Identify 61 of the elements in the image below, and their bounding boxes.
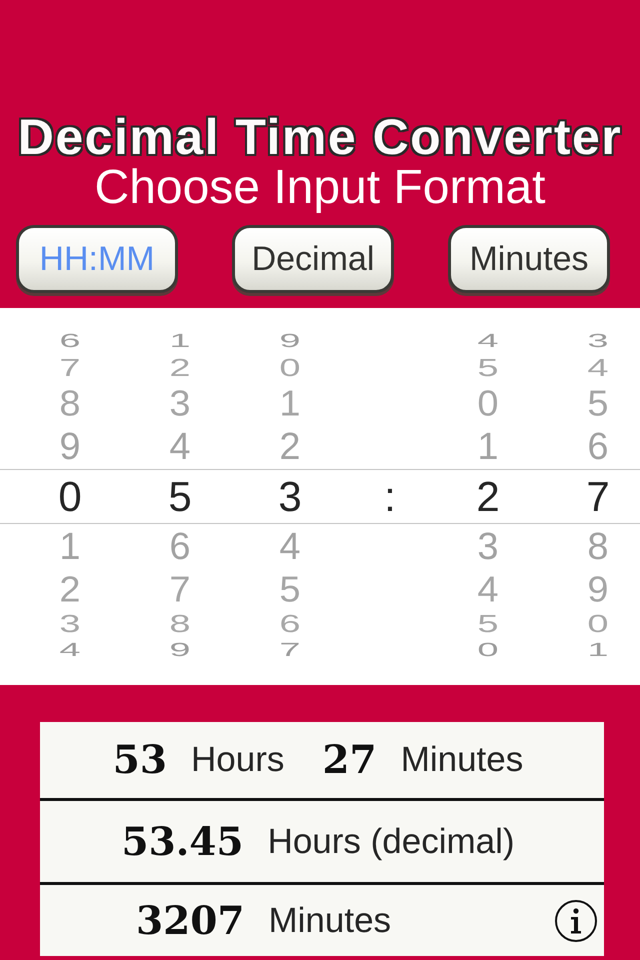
result-unit: Hours (decimal) bbox=[268, 822, 515, 862]
result-value: 53.45 bbox=[121, 818, 244, 864]
info-icon bbox=[569, 908, 583, 934]
selected-digit[interactable]: 2 bbox=[476, 476, 500, 518]
wheel-digit: 7 bbox=[279, 640, 301, 660]
result-unit: Minutes bbox=[268, 900, 392, 940]
wheel-digit: 4 bbox=[477, 332, 499, 350]
selected-digit[interactable]: 0 bbox=[58, 476, 82, 518]
wheel-digit: 2 bbox=[169, 356, 191, 380]
result-value: 27 bbox=[322, 737, 377, 783]
selected-digit[interactable]: 7 bbox=[586, 476, 610, 518]
wheel-digit: 4 bbox=[587, 356, 609, 380]
picker-background[interactable]: 6 1 9 4 3 7 2 0 5 4 8 3 1 0 5 9 4 2 1 6 0 5 3 : 2 7 1 6 4 3 8 2 7 5 4 9 3 8 6 5 0 4 9 7 0 1 bbox=[0, 308, 640, 685]
wheel-digit: 0 bbox=[279, 356, 301, 380]
app-title: Decimal Time Converter bbox=[18, 111, 622, 163]
wheel-digit: 8 bbox=[169, 612, 191, 636]
wheel-digit: 0 bbox=[477, 385, 499, 422]
wheel-digit: 5 bbox=[477, 612, 499, 636]
wheel-digit: 3 bbox=[477, 528, 499, 566]
wheel-digit: 5 bbox=[477, 356, 499, 380]
wheel-digit: 9 bbox=[169, 640, 191, 660]
wheel-digit: 4 bbox=[169, 428, 191, 466]
info-button[interactable] bbox=[555, 900, 597, 942]
wheel-digit: 0 bbox=[587, 612, 609, 636]
wheel-digit: 1 bbox=[477, 428, 499, 466]
result-unit: Hours bbox=[191, 740, 284, 780]
wheel-digit: 9 bbox=[59, 428, 81, 466]
wheel-digit: 4 bbox=[59, 640, 81, 660]
wheel-digit: 7 bbox=[169, 571, 191, 608]
result-unit: Minutes bbox=[400, 740, 524, 780]
time-separator: : bbox=[384, 476, 396, 518]
wheel-digit: 8 bbox=[587, 528, 609, 566]
wheel-digit: 3 bbox=[587, 332, 609, 350]
format-button[interactable]: Minutes bbox=[448, 225, 610, 293]
wheel-digit: 1 bbox=[587, 640, 609, 660]
wheel-digit: 7 bbox=[59, 356, 81, 380]
wheel-digit: 9 bbox=[587, 571, 609, 608]
wheel-digit: 1 bbox=[169, 332, 191, 350]
wheel-digit: 4 bbox=[279, 528, 301, 566]
wheel-digit: 2 bbox=[279, 428, 301, 466]
format-button[interactable]: Decimal bbox=[232, 225, 394, 293]
wheel-digit: 6 bbox=[587, 428, 609, 466]
wheel-digit: 3 bbox=[59, 612, 81, 636]
wheel-digit: 6 bbox=[59, 332, 81, 350]
result-value: 3207 bbox=[136, 898, 244, 944]
subtitle: Choose Input Format bbox=[94, 163, 546, 213]
wheel-digit: 6 bbox=[169, 528, 191, 566]
result-value: 53 bbox=[112, 737, 168, 783]
wheel-digit: 4 bbox=[477, 571, 499, 608]
selected-digit[interactable]: 3 bbox=[278, 476, 302, 518]
wheel-digit: 2 bbox=[59, 571, 81, 608]
wheel-digit: 5 bbox=[279, 571, 301, 608]
selected-digit[interactable]: 5 bbox=[168, 476, 192, 518]
wheel-digit: 6 bbox=[279, 612, 301, 636]
wheel-digit: 8 bbox=[59, 385, 81, 422]
wheel-digit: 9 bbox=[279, 332, 301, 350]
wheel-digit: 1 bbox=[279, 385, 301, 422]
wheel-digit: 0 bbox=[477, 640, 499, 660]
wheel-digit: 5 bbox=[587, 385, 609, 422]
wheel-digit: 3 bbox=[169, 385, 191, 422]
wheel-digit: 1 bbox=[59, 528, 81, 566]
